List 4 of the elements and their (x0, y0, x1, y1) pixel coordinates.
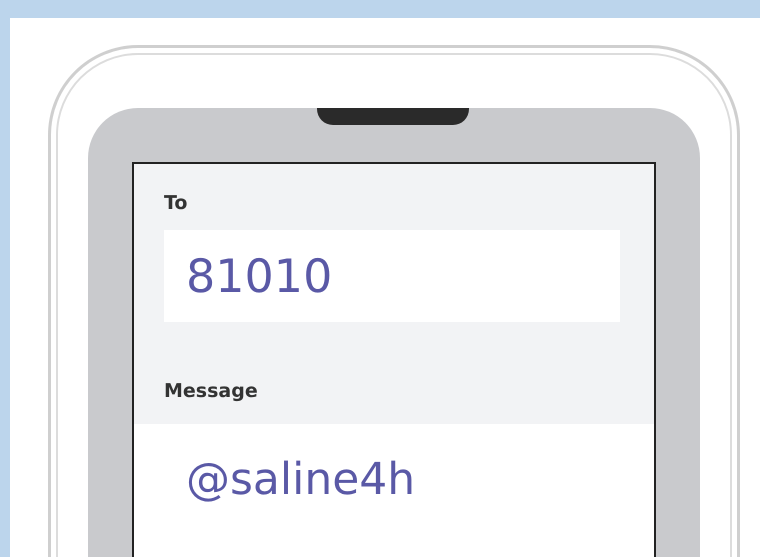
message-field[interactable]: @saline4h (134, 424, 654, 557)
to-label: To (164, 192, 188, 214)
to-field[interactable]: 81010 (164, 230, 620, 322)
message-label: Message (164, 380, 259, 402)
